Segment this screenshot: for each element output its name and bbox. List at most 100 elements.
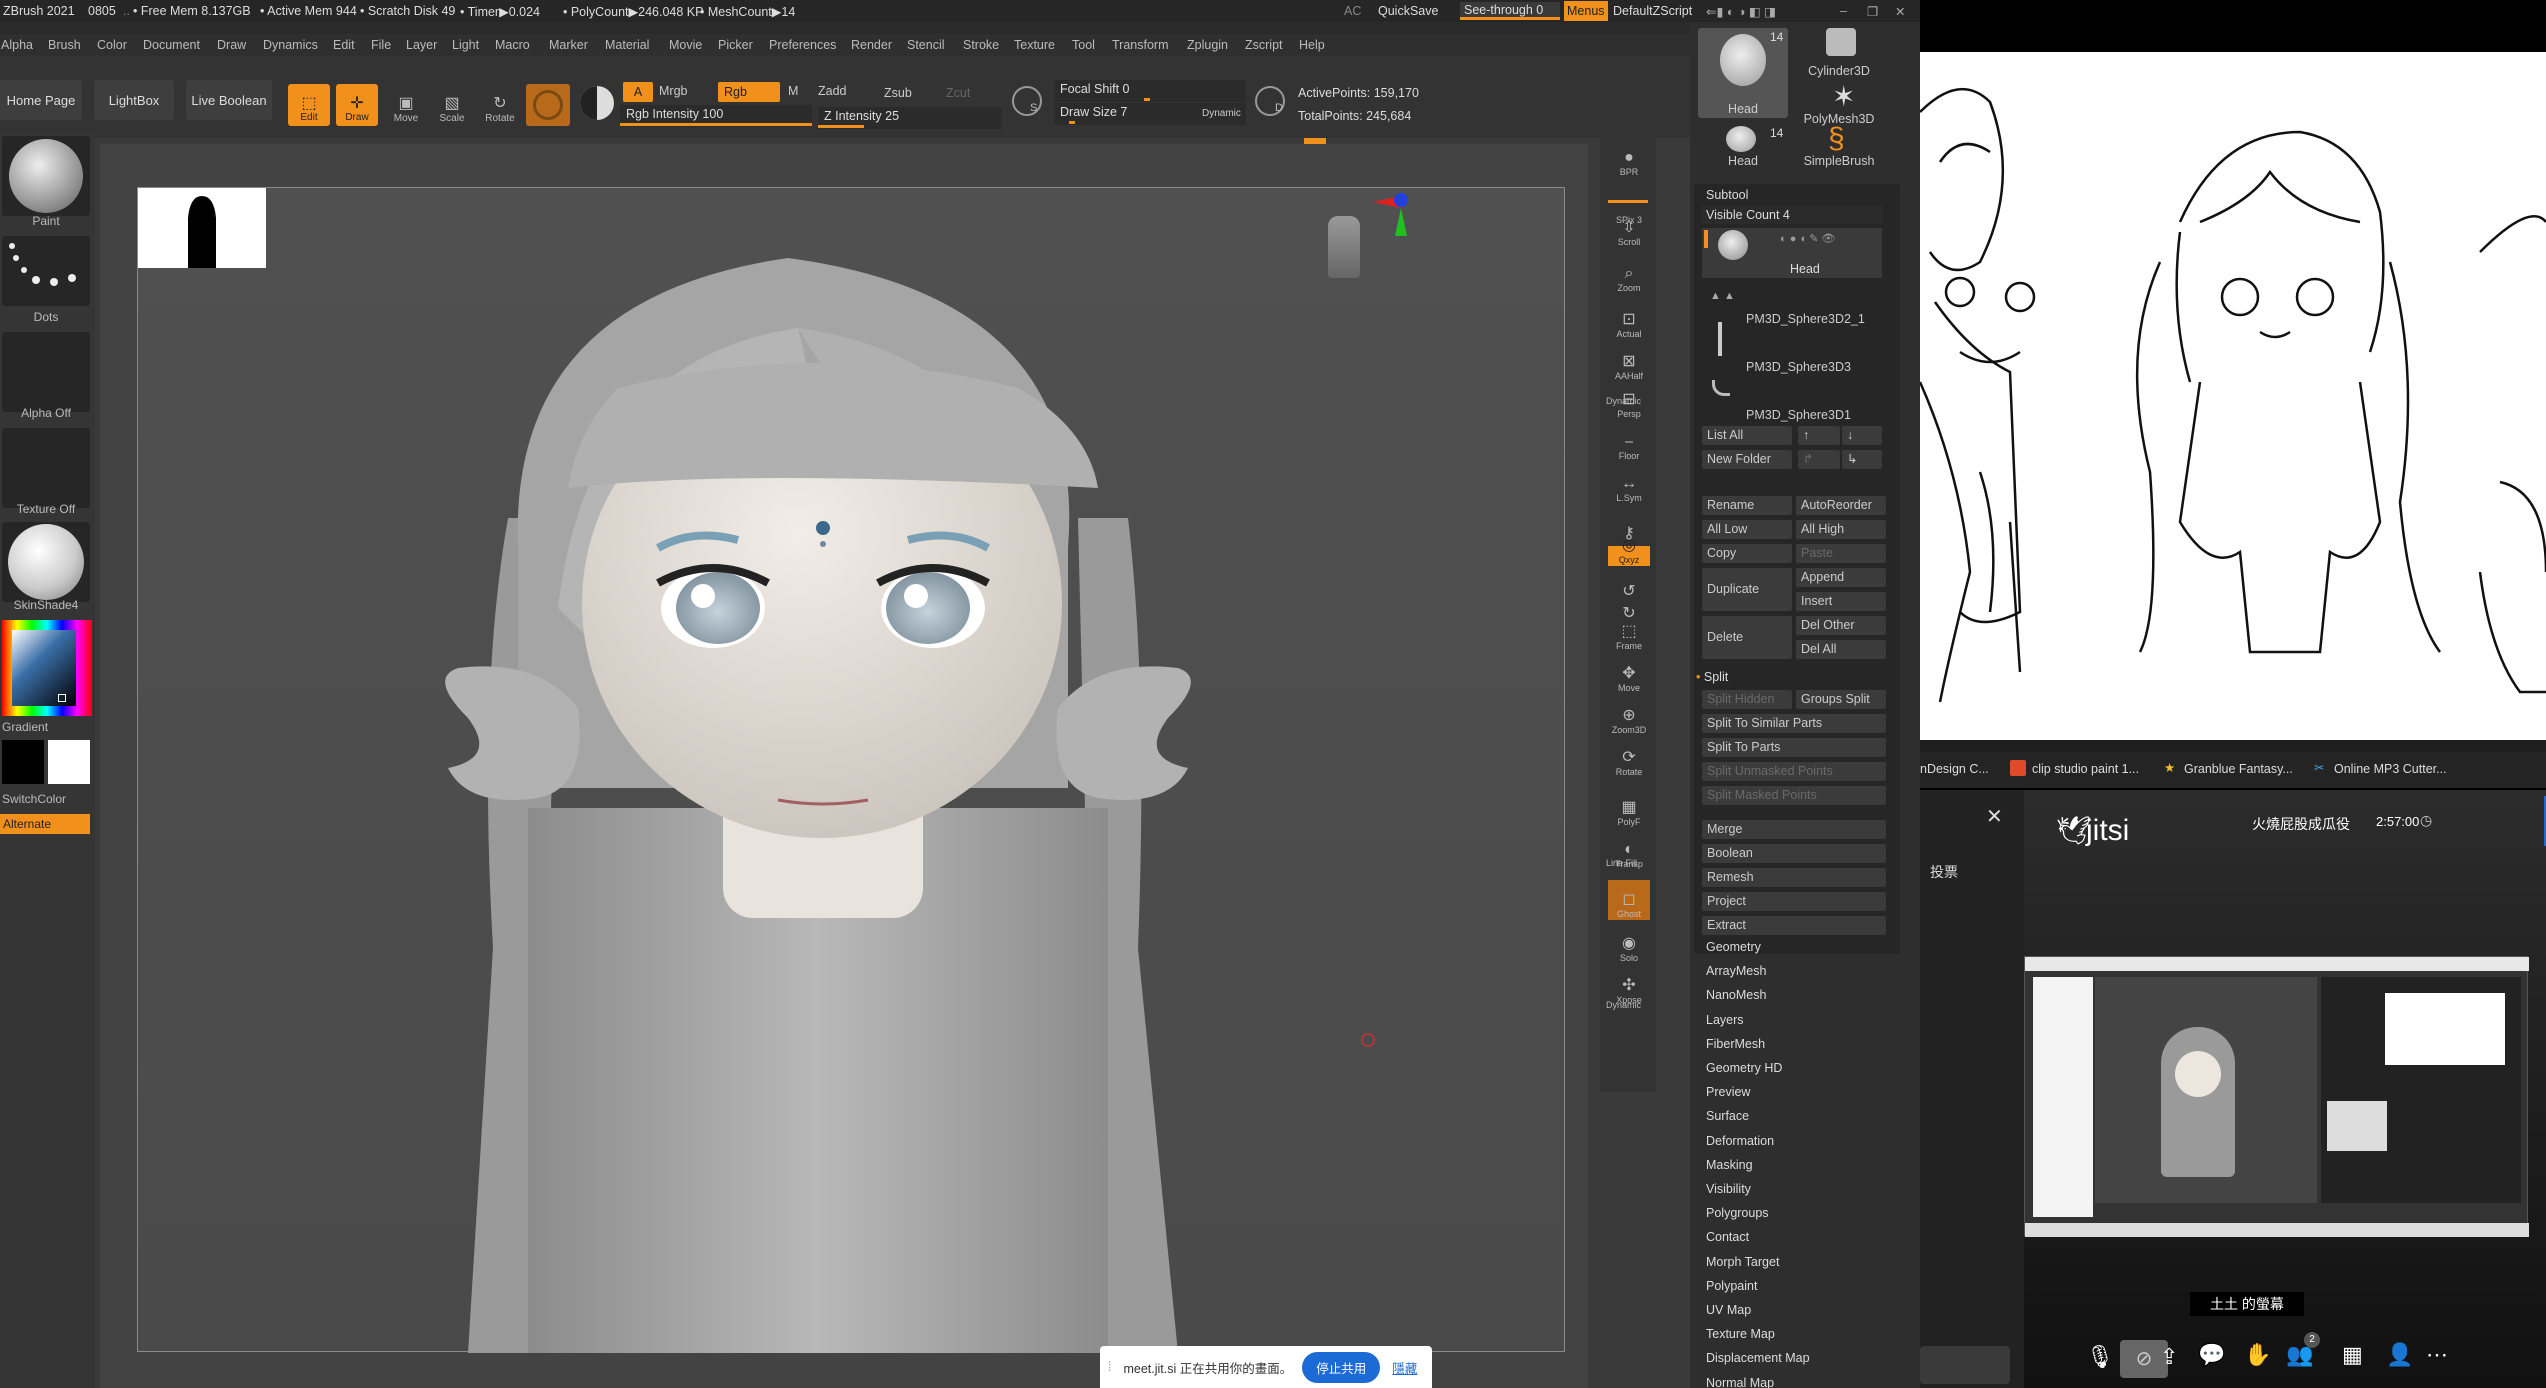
stop-sharing-button[interactable]: 停止共用 [1302, 1351, 1381, 1383]
shelf-actual-button[interactable]: ⊡ Actual [1608, 300, 1650, 340]
menu-dynamics[interactable]: Dynamics [263, 38, 318, 52]
m-toggle[interactable]: M [788, 84, 798, 98]
dynamic-label[interactable]: Dynamic [1202, 105, 1241, 123]
move-down-icon[interactable]: ↓ [1842, 426, 1882, 445]
split-header[interactable]: • Split [1696, 670, 1728, 684]
menu-macro[interactable]: Macro [495, 38, 530, 52]
raise-hand-icon[interactable]: ✋ [2244, 1342, 2271, 1368]
palette-preview[interactable]: Preview [1706, 1085, 1750, 1099]
material-button[interactable] [2, 522, 90, 602]
navigation-head-gizmo[interactable] [1318, 210, 1374, 282]
palette-contact[interactable]: Contact [1706, 1230, 1749, 1244]
palette-deformation[interactable]: Deformation [1706, 1134, 1774, 1148]
zcut-toggle[interactable]: Zcut [946, 86, 970, 100]
shelf-bpr-button[interactable]: ● BPR [1608, 138, 1650, 178]
shelf-zoom3d-button[interactable]: ⊕ Zoom3D [1608, 696, 1650, 736]
menu-layer[interactable]: Layer [406, 38, 437, 52]
list-all-button[interactable]: List All [1702, 426, 1792, 445]
reference-sketch-window[interactable] [1920, 52, 2546, 740]
palette-normal-map[interactable]: Normal Map [1706, 1376, 1774, 1388]
chat-icon[interactable]: 💬 [2198, 1342, 2225, 1368]
remesh-button[interactable]: Remesh [1702, 868, 1886, 887]
d-curve-icon[interactable]: D [1255, 86, 1285, 116]
subtool-label-sphere2[interactable]: PM3D_Sphere3D2_1 [1746, 312, 1865, 326]
menu-alpha[interactable]: Alpha [1, 38, 33, 52]
shared-screen-video[interactable] [2024, 956, 2529, 1237]
subtool-label-sphere3[interactable]: PM3D_Sphere3D3 [1746, 360, 1851, 374]
more-icon[interactable]: ⋯ [2426, 1342, 2448, 1368]
switchcolor-button[interactable]: SwitchColor [2, 792, 66, 806]
poll-tab[interactable]: 投票 [1930, 862, 1958, 882]
menu-stencil[interactable]: Stencil [907, 38, 945, 52]
3d-viewport[interactable] [137, 187, 1565, 1353]
palette-nanomesh[interactable]: NanoMesh [1706, 988, 1766, 1002]
split-hidden-button[interactable]: Split Hidden [1702, 690, 1792, 709]
alpha-button[interactable] [2, 332, 90, 412]
folder-down-icon[interactable]: ↳ [1842, 450, 1882, 469]
menu-edit[interactable]: Edit [333, 38, 355, 52]
layout-icons[interactable]: ⇐▮ ◐ ◑ ◧ ◨ [1706, 4, 1776, 19]
shelf-lsym-button[interactable]: ↔ L.Sym [1608, 464, 1650, 504]
tool-head-thumb[interactable]: 14 Head [1698, 28, 1788, 118]
primary-color-swatch[interactable] [48, 740, 90, 784]
palette-polygroups[interactable]: Polygroups [1706, 1206, 1769, 1220]
shelf-scroll-button[interactable]: ⇳ Scroll [1608, 208, 1650, 248]
palette-arraymesh[interactable]: ArrayMesh [1706, 964, 1766, 978]
move-up-icon[interactable]: ↑ [1798, 426, 1840, 445]
dynamic-label[interactable]: Dynamic [1606, 396, 1641, 406]
del-other-button[interactable]: Del Other [1796, 616, 1886, 635]
menu-transform[interactable]: Transform [1112, 38, 1169, 52]
line-fill-label[interactable]: Line Fill [1606, 858, 1637, 868]
rgb-intensity-slider[interactable]: Rgb Intensity 100 [620, 105, 812, 127]
menus-button[interactable]: Menus [1564, 1, 1608, 21]
palette-texture-map[interactable]: Texture Map [1706, 1327, 1775, 1341]
menu-brush[interactable]: Brush [48, 38, 81, 52]
info-icon[interactable]: ◷ [2420, 812, 2432, 829]
menu-marker[interactable]: Marker [549, 38, 588, 52]
brush-button[interactable] [2, 136, 90, 216]
insert-button[interactable]: Insert [1796, 592, 1886, 611]
menu-help[interactable]: Help [1299, 38, 1325, 52]
eye-icon[interactable]: ◐ ● ◖ ✎ 👁 [1780, 232, 1835, 245]
shelf-rotate-button[interactable]: ⟳ Rotate [1608, 738, 1650, 778]
menu-texture[interactable]: Texture [1014, 38, 1055, 52]
duplicate-button[interactable]: Duplicate [1702, 568, 1792, 611]
shelf-zoom-button[interactable]: ⌕ Zoom [1608, 254, 1650, 294]
secondary-color-swatch[interactable] [2, 740, 44, 784]
menu-tool[interactable]: Tool [1072, 38, 1095, 52]
live-boolean-button[interactable]: Live Boolean [186, 80, 272, 120]
mrgb-toggle[interactable]: Mrgb [659, 84, 687, 98]
palette-morph-target[interactable]: Morph Target [1706, 1255, 1779, 1269]
bookmark-0[interactable]: nDesign C... [1920, 762, 1989, 776]
palette-geometry-hd[interactable]: Geometry HD [1706, 1061, 1782, 1075]
folder-icon[interactable]: ▲ ▲ [1710, 290, 1735, 302]
material-switch-icon[interactable] [580, 86, 614, 120]
tool-polymesh-thumb[interactable]: ✶ PolyMesh3D [1794, 78, 1884, 126]
menu-color[interactable]: Color [97, 38, 127, 52]
default-zscript[interactable]: DefaultZScript [1613, 4, 1692, 18]
rename-button[interactable]: Rename [1702, 496, 1792, 515]
autoreorder-button[interactable]: AutoReorder [1796, 496, 1886, 515]
restore-icon[interactable]: ❐ [1867, 4, 1878, 19]
delete-button[interactable]: Delete [1702, 616, 1792, 659]
menu-draw[interactable]: Draw [217, 38, 246, 52]
shelf-move-button[interactable]: ✥ Move [1608, 654, 1650, 694]
palette-displacement-map[interactable]: Displacement Map [1706, 1351, 1810, 1365]
axis-gizmo[interactable] [1373, 188, 1433, 248]
s-curve-icon[interactable]: S [1012, 86, 1042, 116]
color-picker[interactable] [2, 620, 92, 716]
z-intensity-slider[interactable]: Z Intensity 25 [818, 107, 1002, 129]
split-similar-button[interactable]: Split To Similar Parts [1702, 714, 1886, 733]
stroke-button[interactable] [2, 236, 90, 306]
shelf-polyf-button[interactable]: ▦ PolyF [1608, 788, 1650, 828]
subtool-title[interactable]: Subtool [1706, 188, 1748, 202]
focal-shift-slider[interactable]: Focal Shift 0 [1054, 80, 1246, 102]
tool-simplebrush-thumb[interactable]: § SimpleBrush [1794, 122, 1884, 170]
hide-notice-link[interactable]: 隱藏 [1392, 1358, 1417, 1377]
home-page-button[interactable]: Home Page [0, 80, 82, 120]
rgb-toggle[interactable]: Rgb [718, 82, 780, 102]
shelf-floor-button[interactable]: ⎯ Floor [1608, 422, 1650, 462]
paste-button[interactable]: Paste [1796, 544, 1886, 563]
see-through-slider[interactable]: See-through 0 [1460, 2, 1560, 20]
split-masked-button[interactable]: Split Masked Points [1702, 786, 1886, 805]
